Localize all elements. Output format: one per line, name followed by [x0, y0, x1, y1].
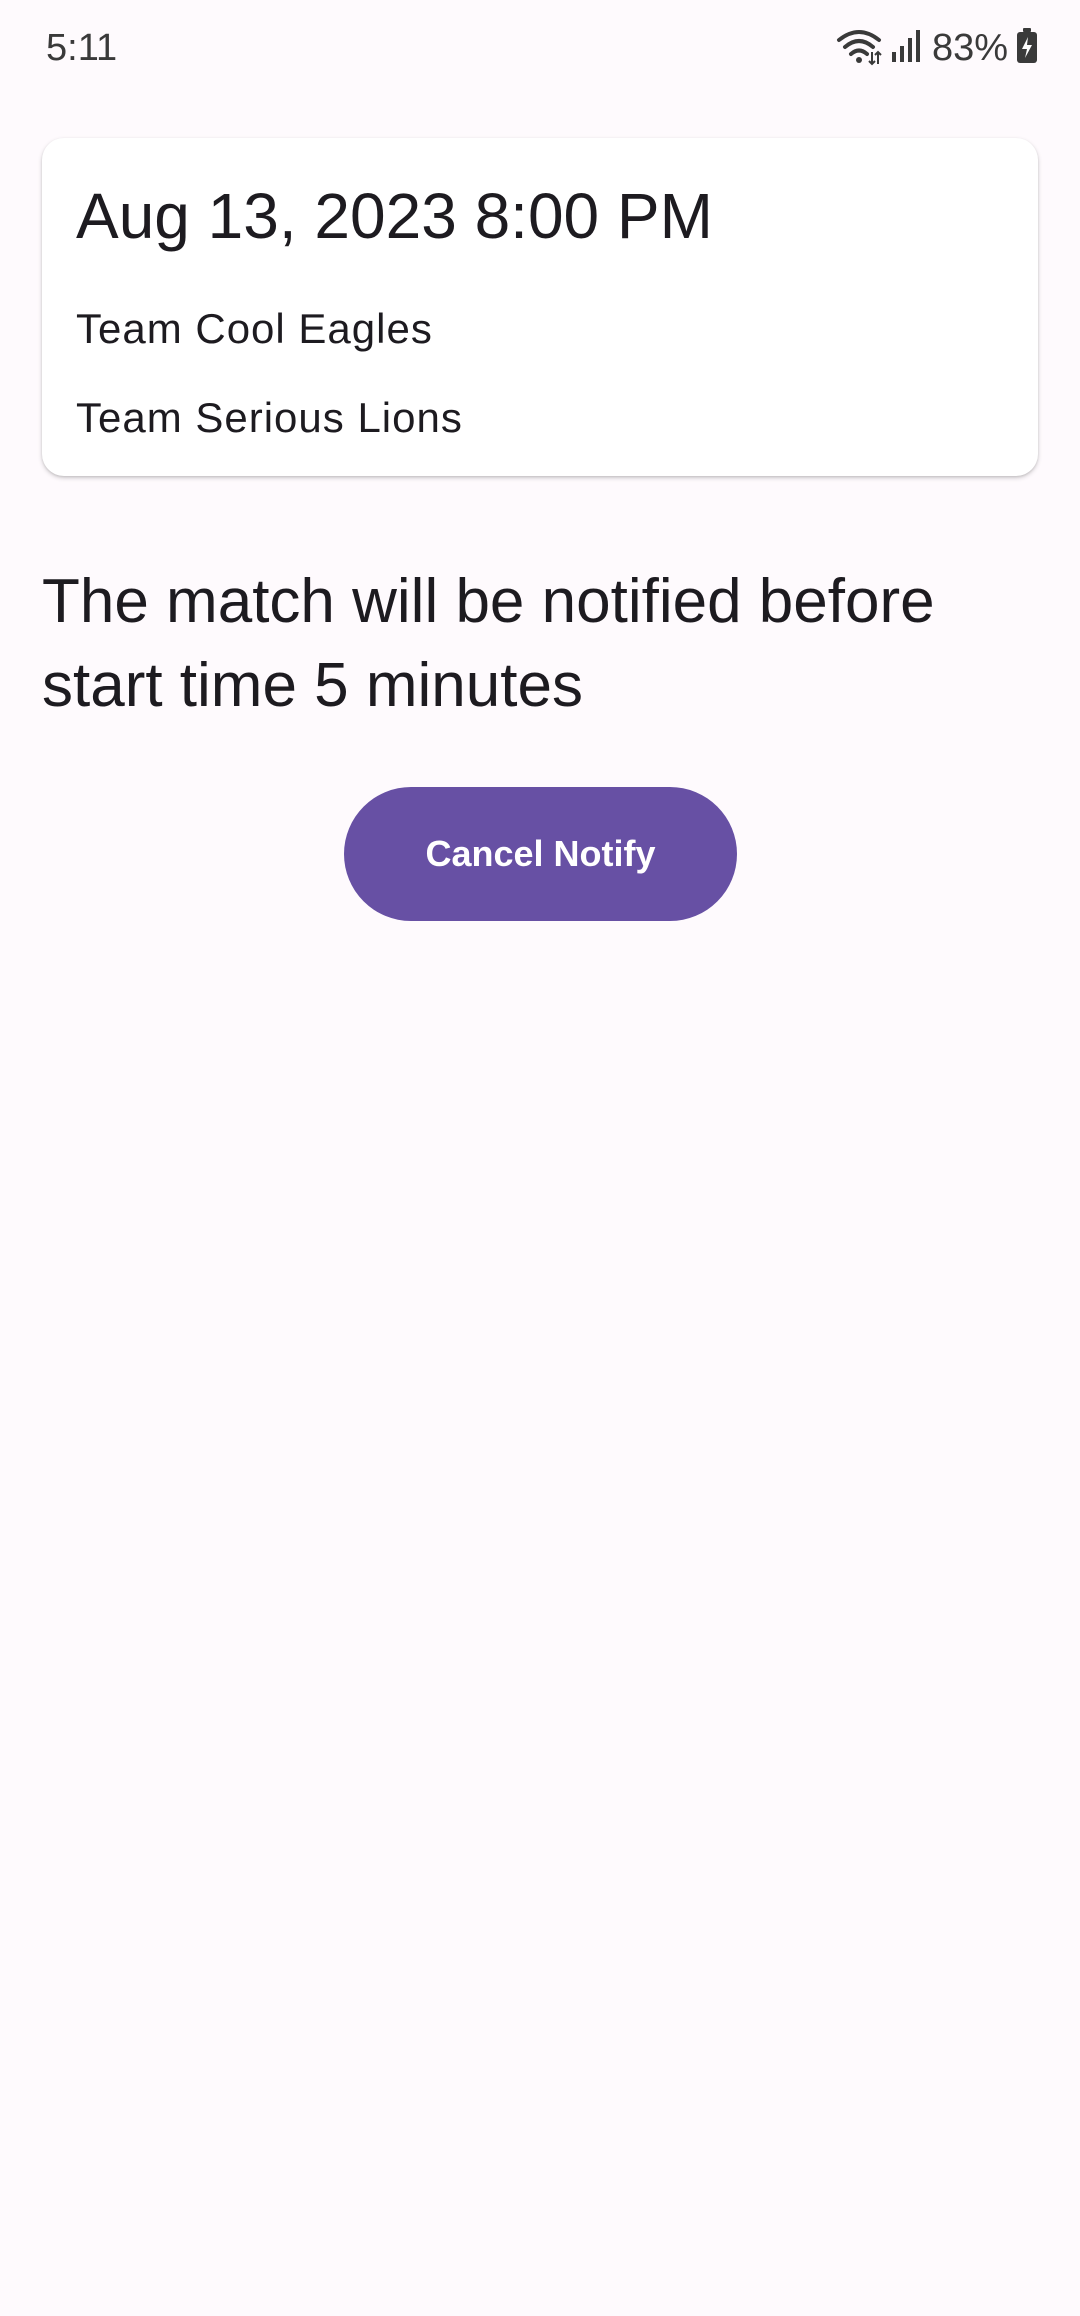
team-two-name: Team Serious Lions — [76, 394, 463, 441]
signal-icon — [890, 28, 924, 69]
wifi-icon — [836, 26, 882, 71]
battery-charging-icon — [1016, 27, 1038, 69]
match-card: Aug 13, 2023 8:00 PM Team Cool Eagles Te… — [42, 138, 1038, 476]
status-bar: 5:11 83% — [0, 0, 1080, 96]
battery-percent: 83% — [931, 27, 1008, 69]
status-icons: 83% — [836, 24, 1038, 72]
notify-message: The match will be notified before start … — [42, 567, 935, 720]
match-datetime: Aug 13, 2023 8:00 PM — [76, 180, 713, 252]
cancel-notify-button[interactable]: Cancel Notify — [344, 787, 737, 921]
status-time: 5:11 — [46, 27, 118, 69]
screen: 5:11 83% Aug 13, 2023 8:00 PM Team Cool … — [0, 0, 1080, 2316]
team-one-name: Team Cool Eagles — [76, 305, 433, 352]
